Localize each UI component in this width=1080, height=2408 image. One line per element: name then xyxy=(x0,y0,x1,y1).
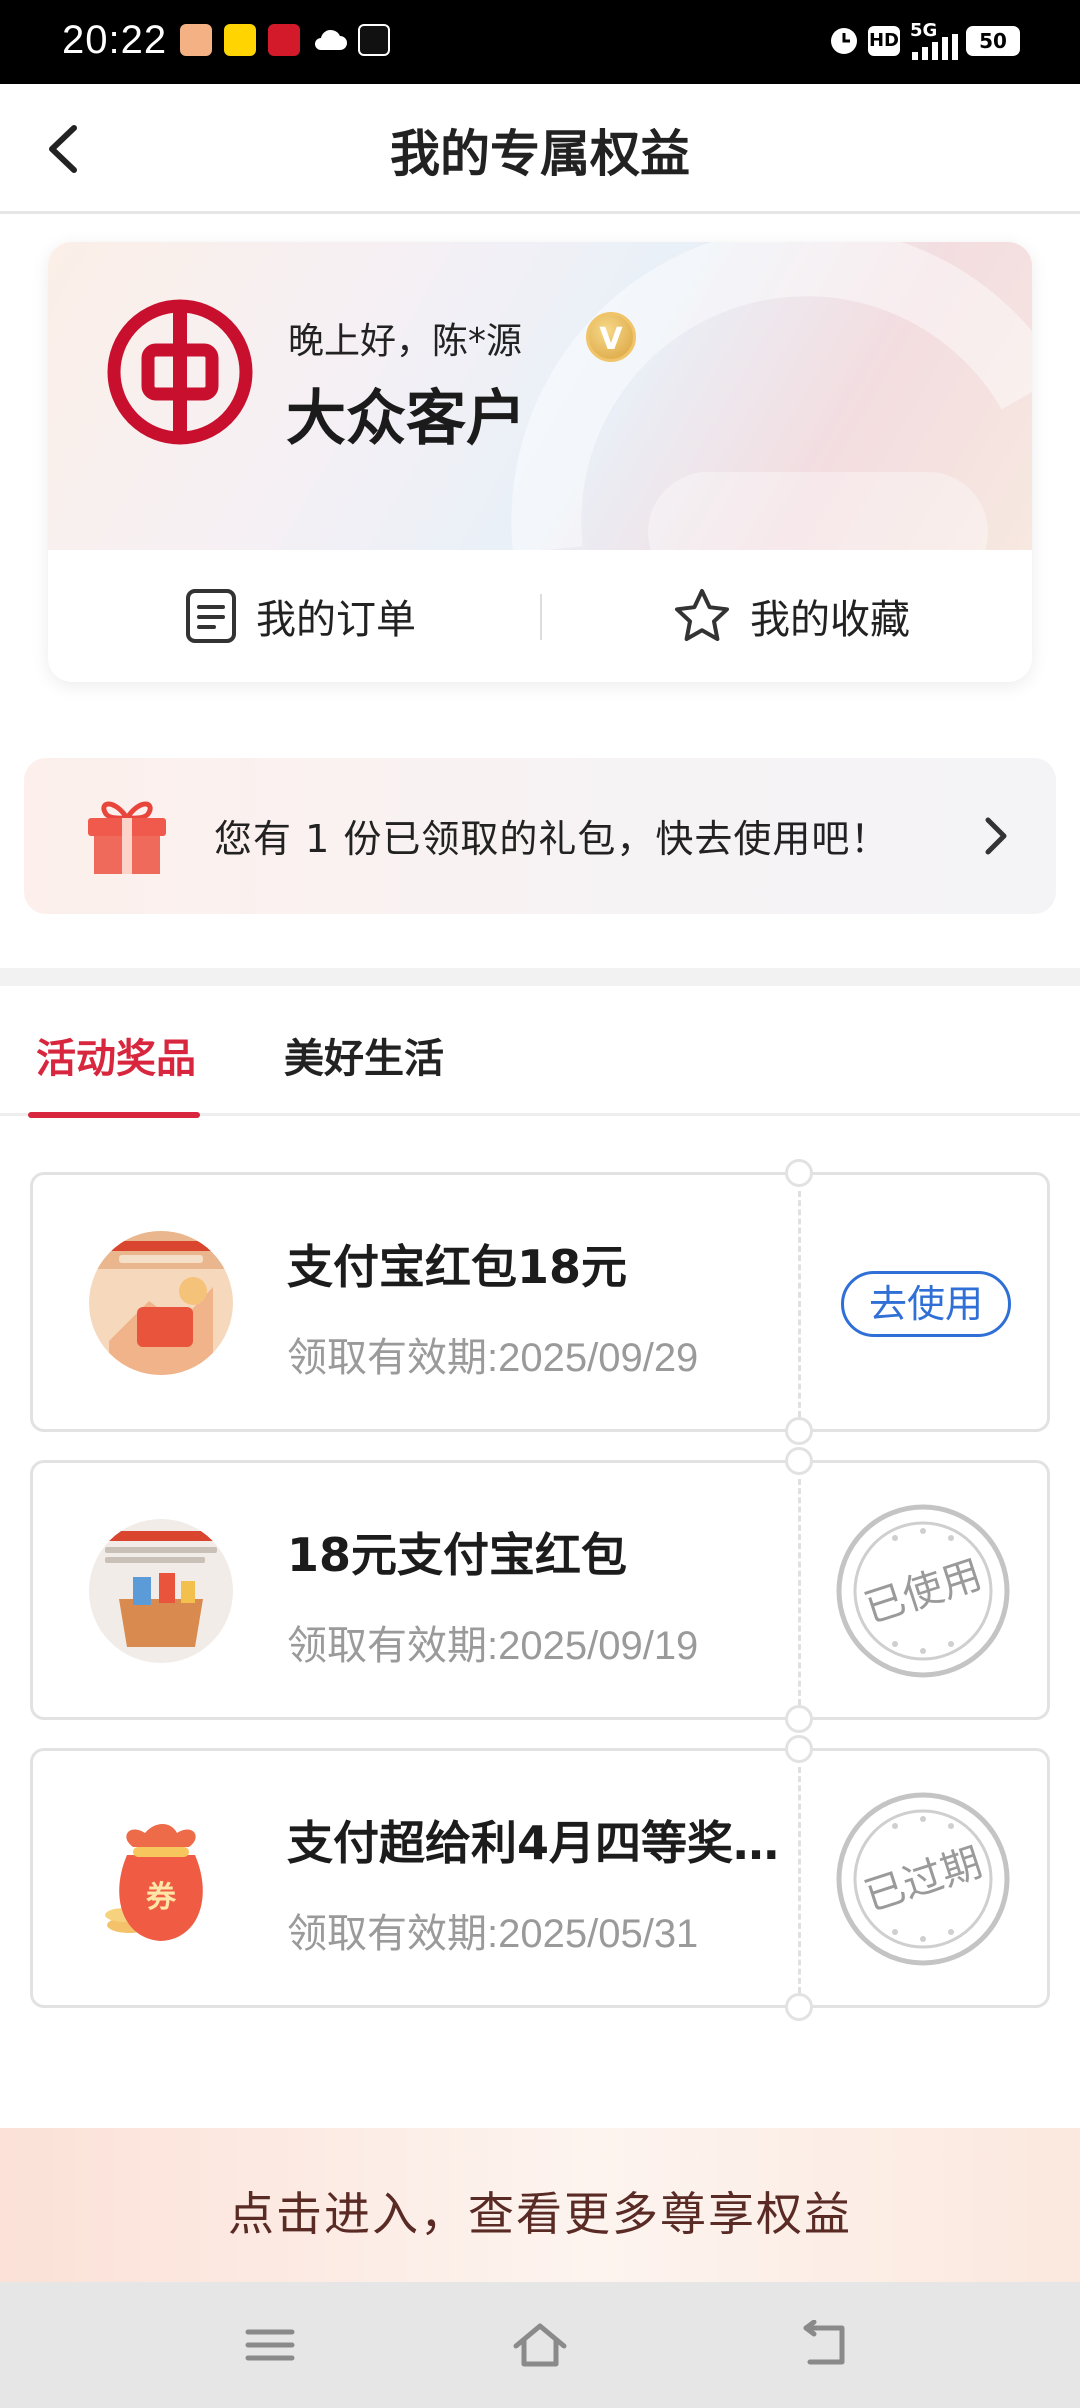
coupon-validity: 领取有效期:2025/05/31 xyxy=(287,1912,699,1956)
expired-stamp-text: 已过期 xyxy=(859,1840,987,1921)
tab-good-life[interactable]: 美好生活 xyxy=(284,1026,444,1084)
my-orders-label: 我的订单 xyxy=(256,597,416,643)
coupon-thumbnail xyxy=(89,1231,233,1375)
coupon-item[interactable]: 支付宝红包18元 领取有效期:2025/09/29 去使用 xyxy=(30,1159,1050,1445)
profile-card: 晚上好，陈*源 V 大众客户 我的订单 我的收藏 xyxy=(48,242,1032,682)
customer-level: 大众客户 xyxy=(286,384,526,454)
coupon-notch xyxy=(785,1159,813,1187)
coupon-validity: 领取有效期:2025/09/19 xyxy=(287,1624,699,1668)
coupon-notch xyxy=(785,1993,813,2021)
my-favorites-label: 我的收藏 xyxy=(750,597,910,643)
menu-icon[interactable] xyxy=(240,2320,300,2370)
coupon-notch xyxy=(785,1735,813,1763)
coupon-name: 支付宝红包18元 xyxy=(287,1240,628,1294)
back-icon[interactable] xyxy=(794,2320,854,2370)
cloud-icon xyxy=(315,29,347,50)
app-icon-3 xyxy=(268,24,300,56)
more-benefits-text: 点击进入，查看更多尊享权益 xyxy=(228,2187,852,2241)
coupon-badge-text: 券 xyxy=(146,1880,177,1915)
card-decoration xyxy=(511,242,1032,550)
more-benefits-banner[interactable]: 点击进入，查看更多尊享权益 xyxy=(0,2128,1080,2282)
coupon-thumbnail: 券 xyxy=(105,1824,203,1941)
gift-banner[interactable]: 您有 1 份已领取的礼包，快去使用吧！ xyxy=(24,758,1056,914)
status-bar: 20:22 HD 5G 50 xyxy=(0,0,1080,84)
coupon-name: 支付超给利4月四等奖… xyxy=(287,1816,780,1870)
home-icon[interactable] xyxy=(510,2320,570,2370)
profile-actions: 我的订单 我的收藏 xyxy=(48,550,1032,682)
coupon-item[interactable]: 18元支付宝红包 领取有效期:2025/09/19 已使用 xyxy=(30,1447,1050,1733)
gift-box-icon xyxy=(88,801,166,874)
app-icon-1 xyxy=(180,24,212,56)
coupon-divider xyxy=(798,1479,801,1705)
system-nav-bar xyxy=(0,2282,1080,2408)
coupon-divider xyxy=(798,1191,801,1417)
greeting-text: 晚上好，陈*源 xyxy=(288,321,523,362)
my-favorites-button[interactable]: 我的收藏 xyxy=(672,550,910,682)
app-icon-2 xyxy=(224,24,256,56)
page-header: 我的专属权益 xyxy=(0,84,1080,214)
battery-icon: 50 xyxy=(966,26,1020,56)
bank-of-china-logo xyxy=(107,299,253,445)
coupon-name: 18元支付宝红包 xyxy=(287,1528,628,1582)
order-list-icon xyxy=(186,589,236,643)
coupon-notch xyxy=(785,1705,813,1733)
actions-divider xyxy=(540,594,542,640)
hd-icon: HD xyxy=(868,26,900,56)
coupon-validity: 领取有效期:2025/09/29 xyxy=(287,1336,699,1380)
coupon-notch xyxy=(785,1447,813,1475)
used-stamp-text: 已使用 xyxy=(859,1552,987,1633)
use-coupon-button[interactable]: 去使用 xyxy=(841,1271,1011,1337)
section-separator xyxy=(0,968,1080,986)
coupon-divider xyxy=(798,1767,801,1993)
star-outline-icon xyxy=(675,589,729,641)
gift-banner-text: 您有 1 份已领取的礼包，快去使用吧！ xyxy=(214,817,890,861)
used-stamp-icon: 已使用 xyxy=(836,1504,1010,1678)
my-orders-button[interactable]: 我的订单 xyxy=(184,550,416,682)
coupon-thumbnail xyxy=(89,1519,233,1663)
coupon-notch xyxy=(785,1417,813,1445)
page-title: 我的专属权益 xyxy=(390,125,690,183)
status-time: 20:22 xyxy=(62,18,168,62)
profile-card-header: 晚上好，陈*源 V 大众客户 xyxy=(48,242,1032,550)
coupon-item[interactable]: 券 支付超给利4月四等奖… 领取有效期:2025/05/31 已过期 xyxy=(30,1735,1050,2021)
alarm-icon xyxy=(831,28,857,54)
signal-icon xyxy=(912,34,958,60)
chevron-right-icon xyxy=(985,817,1007,855)
tab-bar: 活动奖品 美好生活 xyxy=(0,986,1080,1118)
tab-activity-prizes[interactable]: 活动奖品 xyxy=(28,1026,200,1118)
vip-badge-icon: V xyxy=(586,312,636,362)
expired-stamp-icon: 已过期 xyxy=(836,1792,1010,1966)
tiktok-icon xyxy=(358,24,390,56)
